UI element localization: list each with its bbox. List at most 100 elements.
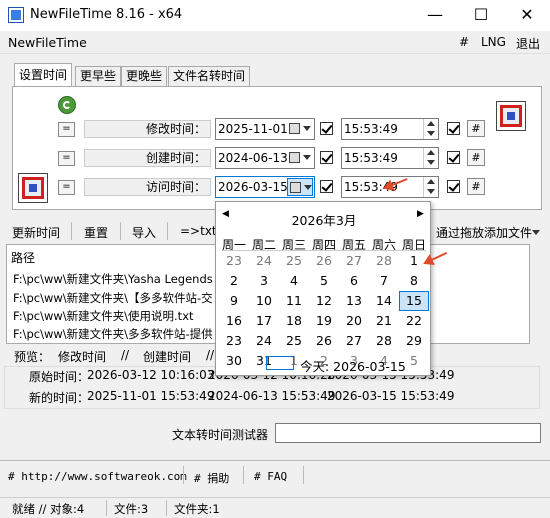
tab-later[interactable]: 更晚些 [121, 66, 168, 86]
new-time-label: 新的时间： [29, 391, 90, 405]
calendar-day[interactable]: 29 [399, 331, 429, 351]
time-spinner[interactable] [423, 148, 438, 168]
close-button[interactable]: ✕ [504, 0, 550, 31]
reset-button[interactable]: 重置 [84, 224, 108, 241]
copy-modified-button[interactable]: = [58, 122, 75, 137]
calendar-day[interactable]: 9 [219, 291, 249, 311]
calendar-day[interactable]: 19 [309, 311, 339, 331]
calendar-day[interactable]: 23 [219, 251, 249, 271]
calendar-day[interactable]: 21 [369, 311, 399, 331]
export-txt-button[interactable]: =>txt [180, 224, 217, 238]
calendar-day[interactable]: 26 [309, 251, 339, 271]
calendar-day[interactable]: 22 [399, 311, 429, 331]
calendar-dropdown-button[interactable] [287, 178, 313, 196]
accessed-time-checkbox[interactable] [447, 180, 460, 193]
calendar-day[interactable]: 28 [369, 251, 399, 271]
new-accessed-value: 2026-03-15 15:53:49 [327, 389, 455, 403]
calendar-day[interactable]: 30 [219, 351, 249, 371]
calendar-day[interactable]: 7 [369, 271, 399, 291]
drag-add-files-button[interactable]: 通过拖放添加文件 [436, 224, 532, 241]
calendar-day[interactable]: 2 [219, 271, 249, 291]
calendar-day[interactable]: 27 [339, 251, 369, 271]
file-list-item[interactable]: F:\pc\ww\新建文件夹\使用说明.txt [13, 308, 194, 324]
modified-time-input[interactable]: 15:53:49 [341, 118, 439, 140]
time-spinner[interactable] [423, 177, 438, 197]
accessed-enable-checkbox[interactable] [320, 180, 333, 193]
calendar-day[interactable]: 25 [279, 251, 309, 271]
donate-link[interactable]: # 捐助 [194, 470, 229, 486]
tab-earlier[interactable]: 更早些 [75, 66, 122, 86]
refresh-icon[interactable] [58, 96, 76, 114]
calendar-day[interactable]: 16 [219, 311, 249, 331]
created-enable-checkbox[interactable] [320, 151, 333, 164]
calendar-day[interactable]: 17 [249, 311, 279, 331]
faq-link[interactable]: # FAQ [254, 470, 287, 483]
menu-exit[interactable]: 退出 [516, 35, 540, 52]
accessed-hash-button[interactable]: # [467, 178, 485, 195]
calendar-icon [289, 123, 300, 134]
created-date-input[interactable]: 2024-06-13 [215, 147, 315, 169]
calendar-day[interactable]: 24 [249, 331, 279, 351]
calendar-day[interactable]: 10 [249, 291, 279, 311]
status-files: 文件:3 [114, 502, 149, 516]
created-hash-button[interactable]: # [467, 149, 485, 166]
file-list-header-path[interactable]: 路径 [11, 249, 35, 266]
next-month-icon[interactable]: ▶ [417, 209, 424, 219]
website-link[interactable]: # http://www.softwareok.com [8, 470, 187, 483]
calendar-day[interactable]: 8 [399, 271, 429, 291]
tab-set-time[interactable]: 设置时间 [14, 63, 73, 87]
modified-time-label: 修改时间： [84, 120, 211, 138]
calendar-day[interactable]: 24 [249, 251, 279, 271]
menu-app-name[interactable]: NewFileTime [8, 35, 87, 50]
modified-enable-checkbox[interactable] [320, 122, 333, 135]
calendar-day[interactable]: 13 [339, 291, 369, 311]
file-list-item[interactable]: F:\pc\ww\新建文件夹\多多软件站-提供 [13, 326, 213, 342]
menu-language[interactable]: LNG [481, 35, 506, 49]
file-list-item[interactable]: F:\pc\ww\新建文件夹\Yasha Legends of [13, 271, 227, 287]
modified-date-value: 2025-11-01 [218, 122, 288, 136]
window-title: NewFileTime 8.16 - x64 [30, 7, 183, 22]
menu-hash[interactable]: # [459, 35, 469, 49]
today-box-icon[interactable] [266, 356, 294, 370]
calendar-day[interactable]: 25 [279, 331, 309, 351]
calendar-day[interactable]: 28 [369, 331, 399, 351]
modified-date-input[interactable]: 2025-11-01 [215, 118, 315, 140]
calendar-day[interactable]: 23 [219, 331, 249, 351]
calendar-day[interactable]: 4 [279, 271, 309, 291]
created-time-input[interactable]: 15:53:49 [341, 147, 439, 169]
created-time-checkbox[interactable] [447, 151, 460, 164]
calendar-day[interactable]: 26 [309, 331, 339, 351]
chevron-down-icon[interactable] [532, 230, 540, 235]
calendar-day[interactable]: 5 [309, 271, 339, 291]
calendar-dropdown-button[interactable] [287, 120, 313, 138]
modified-hash-button[interactable]: # [467, 120, 485, 137]
calendar-day[interactable]: 12 [309, 291, 339, 311]
accessed-date-input[interactable]: 2026-03-15 [215, 176, 315, 198]
toolbar-divider [71, 222, 72, 240]
calendar-dropdown-button[interactable] [287, 149, 313, 167]
tab-filename-to-time[interactable]: 文件名转时间 [168, 66, 251, 86]
text-to-time-tester-input[interactable] [275, 423, 541, 443]
calendar-today-label[interactable]: 今天: 2026-03-15 [300, 356, 406, 375]
calendar-day[interactable]: 18 [279, 311, 309, 331]
calendar-month-label[interactable]: 2026年3月 [216, 210, 432, 229]
calendar-day[interactable]: 15 [399, 291, 429, 311]
update-time-button[interactable]: 更新时间 [12, 224, 60, 241]
import-button[interactable]: 导入 [132, 224, 156, 241]
copy-created-button[interactable]: = [58, 151, 75, 166]
status-objects: 就绪 // 对象:4 [12, 502, 85, 516]
calendar-day[interactable]: 11 [279, 291, 309, 311]
toolbar-divider [120, 222, 121, 240]
calendar-day[interactable]: 3 [249, 271, 279, 291]
calendar-day[interactable]: 20 [339, 311, 369, 331]
file-list-item[interactable]: F:\pc\ww\新建文件夹\【多多软件站-交 [13, 290, 213, 306]
calendar-day[interactable]: 27 [339, 331, 369, 351]
maximize-button[interactable]: ☐ [458, 0, 504, 31]
calendar-day[interactable]: 14 [369, 291, 399, 311]
time-spinner[interactable] [423, 119, 438, 139]
calendar-popup[interactable]: ◀ 2026年3月 ▶ 周一 周二 周三 周四 周五 周六 周日 23 24 25 26 27 28 1… [215, 201, 431, 376]
minimize-button[interactable]: — [412, 0, 458, 31]
modified-time-checkbox[interactable] [447, 122, 460, 135]
calendar-day[interactable]: 6 [339, 271, 369, 291]
copy-accessed-button[interactable]: = [58, 180, 75, 195]
